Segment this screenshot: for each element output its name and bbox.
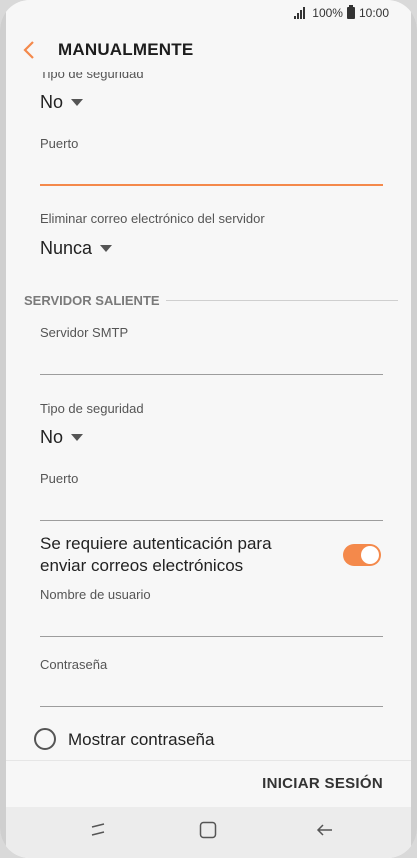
- device-edge-right: [411, 0, 417, 858]
- dropdown-caret-icon: [71, 99, 84, 106]
- outgoing-section-header: SERVIDOR SALIENTE: [24, 293, 398, 308]
- smtp-label: Servidor SMTP: [40, 325, 129, 340]
- show-password-radio[interactable]: [34, 728, 56, 750]
- signal-icon: [294, 7, 308, 19]
- clock: 10:00: [358, 6, 389, 20]
- outgoing-security-value: No: [40, 427, 64, 447]
- incoming-port-input[interactable]: [40, 184, 383, 186]
- outgoing-port-label: Puerto: [40, 471, 79, 486]
- dropdown-caret-icon: [100, 245, 113, 252]
- page-title: MANUALMENTE: [58, 40, 194, 59]
- chevron-left-icon[interactable]: [18, 38, 42, 62]
- outgoing-section-title: SERVIDOR SALIENTE: [24, 293, 160, 308]
- incoming-port-label: Puerto: [40, 136, 79, 151]
- toggle-knob: [361, 546, 379, 564]
- settings-form: Tipo de seguridad No Puerto Eliminar cor…: [6, 72, 411, 761]
- device-frame: 100% 10:00 MANUALMENTE Tipo de seguridad…: [0, 0, 417, 858]
- incoming-security-label: Tipo de seguridad: [40, 72, 144, 81]
- password-label: Contraseña: [40, 657, 108, 672]
- incoming-security-value: No: [40, 92, 64, 112]
- home-icon[interactable]: [199, 821, 217, 839]
- delete-mail-select[interactable]: Nunca: [40, 238, 113, 259]
- outgoing-port-input[interactable]: [40, 520, 383, 521]
- delete-mail-label: Eliminar correo electrónico del servidor: [40, 211, 265, 226]
- dropdown-caret-icon: [71, 434, 84, 441]
- outgoing-security-select[interactable]: No: [40, 427, 84, 448]
- username-input[interactable]: [40, 636, 383, 637]
- recent-apps-icon[interactable]: [90, 822, 106, 840]
- app-bar: MANUALMENTE: [6, 28, 411, 72]
- username-label: Nombre de usuario: [40, 587, 151, 602]
- nav-back-icon[interactable]: [316, 821, 334, 839]
- navigation-bar: [6, 807, 411, 858]
- action-bar: INICIAR SESIÓN: [6, 760, 411, 807]
- screen: 100% 10:00 MANUALMENTE Tipo de seguridad…: [6, 0, 411, 858]
- incoming-security-select[interactable]: No: [40, 92, 84, 113]
- outgoing-security-label: Tipo de seguridad: [40, 401, 144, 416]
- battery-percent: 100%: [312, 6, 343, 20]
- signin-button[interactable]: INICIAR SESIÓN: [262, 775, 383, 792]
- auth-required-label: Se requiere autenticación para enviar co…: [40, 534, 272, 575]
- password-input[interactable]: [40, 706, 383, 707]
- status-indicators: 100% 10:00: [294, 5, 389, 20]
- auth-toggle[interactable]: [343, 544, 381, 566]
- delete-mail-value: Nunca: [40, 238, 93, 258]
- show-password-label[interactable]: Mostrar contraseña: [68, 730, 214, 750]
- smtp-input[interactable]: [40, 374, 383, 375]
- section-divider: [165, 300, 398, 301]
- battery-icon: [346, 5, 355, 19]
- status-bar: 100% 10:00: [6, 0, 411, 28]
